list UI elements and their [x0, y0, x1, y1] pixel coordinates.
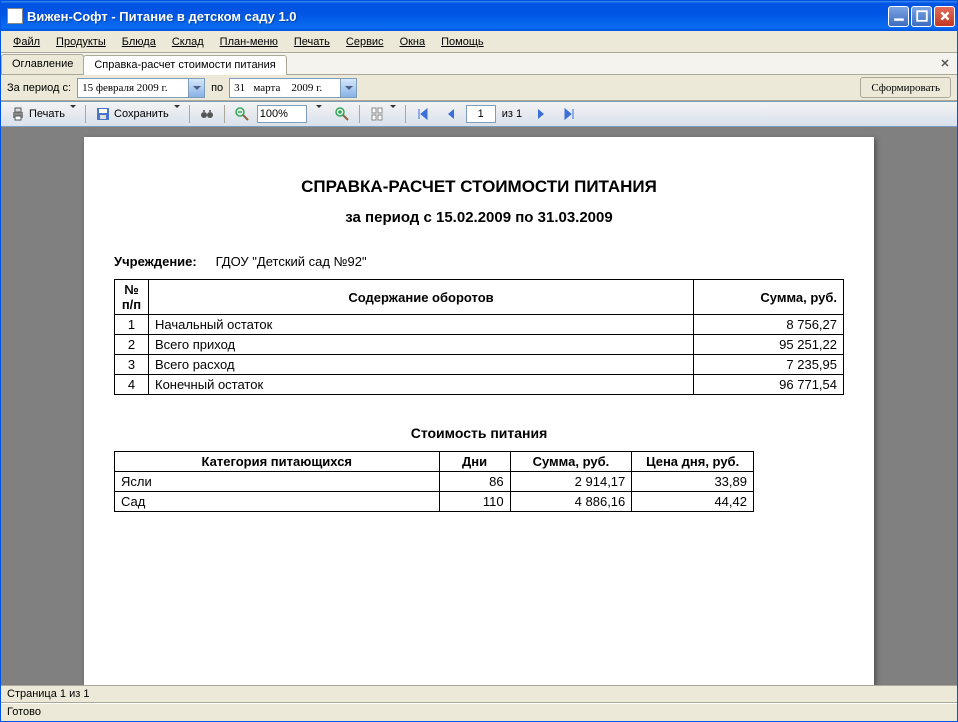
- minimize-button[interactable]: [888, 6, 909, 27]
- institution-value: ГДОУ "Детский сад №92": [216, 254, 367, 269]
- status-ready: Готово: [1, 703, 957, 721]
- date-from-field[interactable]: [77, 78, 205, 98]
- institution-label: Учреждение:: [114, 254, 212, 269]
- date-to-dropdown-icon[interactable]: [340, 79, 356, 97]
- tab-contents[interactable]: Оглавление: [1, 54, 84, 74]
- menu-plan[interactable]: План-меню: [212, 34, 286, 50]
- prev-page-icon: [443, 106, 459, 122]
- titlebar: Вижен-Софт - Питание в детском саду 1.0: [1, 1, 957, 31]
- first-page-button[interactable]: [410, 103, 436, 125]
- menubar: Файл Продукты Блюда Склад План-меню Печа…: [1, 31, 957, 53]
- menu-windows[interactable]: Окна: [392, 34, 434, 50]
- zoom-dropdown[interactable]: [309, 103, 327, 125]
- menu-stock[interactable]: Склад: [164, 34, 212, 50]
- col-desc: Содержание оборотов: [149, 280, 694, 315]
- close-button[interactable]: [934, 6, 955, 27]
- report-viewer[interactable]: СПРАВКА-РАСЧЕТ СТОИМОСТИ ПИТАНИЯ за пери…: [1, 127, 957, 685]
- col-days: Дни: [439, 452, 510, 472]
- period-label: За период с:: [7, 82, 71, 94]
- table-row: 4 Конечный остаток 96 771,54: [115, 375, 844, 395]
- page-layout-button[interactable]: [364, 103, 401, 125]
- window-title: Вижен-Софт - Питание в детском саду 1.0: [27, 9, 888, 24]
- tab-close-button[interactable]: ✕: [937, 55, 953, 71]
- menu-dishes[interactable]: Блюда: [114, 34, 164, 50]
- table2-title: Стоимость питания: [114, 425, 844, 441]
- zoom-in-icon: [334, 106, 350, 122]
- col-category: Категория питающихся: [115, 452, 440, 472]
- printer-icon: [10, 106, 26, 122]
- status-page: Страница 1 из 1: [1, 685, 957, 703]
- col-sum: Сумма, руб.: [694, 280, 844, 315]
- params-bar: За период с: по Сформировать: [1, 75, 957, 101]
- report-toolbar: Печать Сохранить: [1, 101, 957, 127]
- table-row: 2 Всего приход 95 251,22: [115, 335, 844, 355]
- report-page: СПРАВКА-РАСЧЕТ СТОИМОСТИ ПИТАНИЯ за пери…: [84, 137, 874, 685]
- table-row: 3 Всего расход 7 235,95: [115, 355, 844, 375]
- report-subtitle: за период с 15.02.2009 по 31.03.2009: [114, 209, 844, 226]
- tab-report[interactable]: Справка-расчет стоимости питания: [83, 55, 286, 75]
- page-input[interactable]: [466, 105, 496, 123]
- date-to-field[interactable]: [229, 78, 357, 98]
- table-row: Ясли 86 2 914,17 33,89: [115, 472, 754, 492]
- generate-button[interactable]: Сформировать: [860, 77, 951, 98]
- zoom-out-button[interactable]: [229, 103, 255, 125]
- save-icon: [95, 106, 111, 122]
- app-window: Вижен-Софт - Питание в детском саду 1.0 …: [0, 0, 958, 722]
- col-price: Цена дня, руб.: [632, 452, 754, 472]
- zoom-out-icon: [234, 106, 250, 122]
- date-from-dropdown-icon[interactable]: [188, 79, 204, 97]
- tabs-bar: Оглавление Справка-расчет стоимости пита…: [1, 53, 957, 75]
- date-from-input[interactable]: [78, 79, 188, 97]
- last-page-icon: [561, 106, 577, 122]
- app-icon: [7, 8, 23, 24]
- menu-service[interactable]: Сервис: [338, 34, 392, 50]
- zoom-input[interactable]: [257, 105, 307, 123]
- prev-page-button[interactable]: [438, 103, 464, 125]
- maximize-button[interactable]: [911, 6, 932, 27]
- cost-table: Категория питающихся Дни Сумма, руб. Цен…: [114, 451, 754, 512]
- next-page-icon: [533, 106, 549, 122]
- first-page-icon: [415, 106, 431, 122]
- report-title: СПРАВКА-РАСЧЕТ СТОИМОСТИ ПИТАНИЯ: [114, 177, 844, 197]
- save-button[interactable]: Сохранить: [90, 103, 185, 125]
- find-button[interactable]: [194, 103, 220, 125]
- zoom-in-button[interactable]: [329, 103, 355, 125]
- turnover-table: № п/п Содержание оборотов Сумма, руб. 1 …: [114, 279, 844, 395]
- page-layout-icon: [369, 106, 385, 122]
- menu-products[interactable]: Продукты: [48, 34, 114, 50]
- menu-print[interactable]: Печать: [286, 34, 338, 50]
- date-to-input[interactable]: [230, 79, 340, 97]
- last-page-button[interactable]: [556, 103, 582, 125]
- menu-help[interactable]: Помощь: [433, 34, 492, 50]
- next-page-button[interactable]: [528, 103, 554, 125]
- table-row: 1 Начальный остаток 8 756,27: [115, 315, 844, 335]
- to-label: по: [211, 82, 223, 94]
- col-sum2: Сумма, руб.: [510, 452, 632, 472]
- binoculars-icon: [199, 106, 215, 122]
- print-button[interactable]: Печать: [5, 103, 81, 125]
- col-num: № п/п: [115, 280, 149, 315]
- table-row: Сад 110 4 886,16 44,42: [115, 492, 754, 512]
- page-of-label: из 1: [498, 108, 526, 120]
- menu-file[interactable]: Файл: [5, 34, 48, 50]
